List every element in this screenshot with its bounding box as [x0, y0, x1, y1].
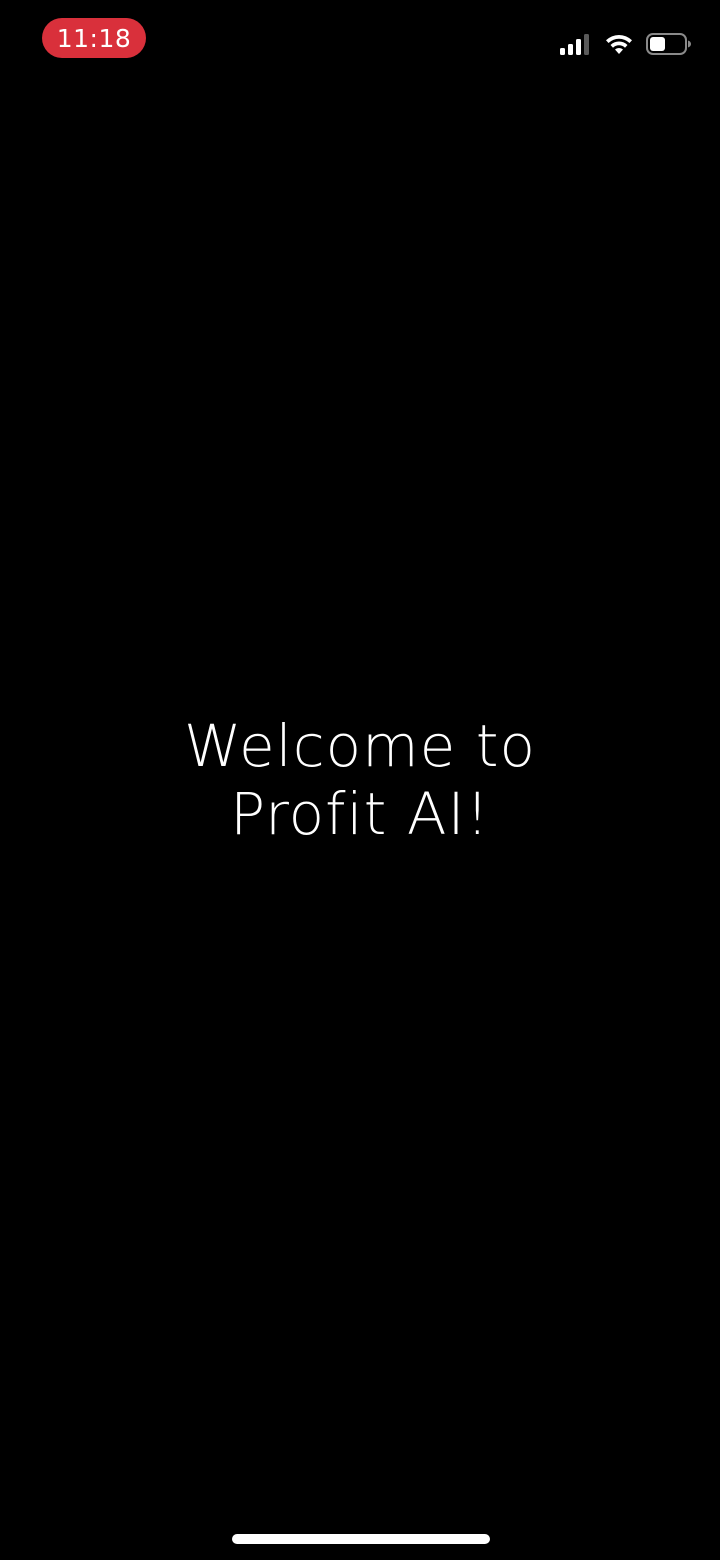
battery-icon: [646, 32, 692, 56]
welcome-line-2: Profit AI!: [230, 780, 490, 848]
welcome-message: Welcome to Profit AI!: [0, 712, 720, 848]
status-bar: 11:18: [0, 0, 720, 80]
cellular-signal-icon: [560, 33, 592, 55]
home-indicator[interactable]: [232, 1534, 490, 1544]
welcome-line-1: Welcome to: [184, 712, 536, 780]
wifi-icon: [604, 33, 634, 55]
welcome-screen: 11:18 Welcome to Profit AI!: [0, 0, 720, 1560]
status-icons: [560, 31, 692, 57]
status-time: 11:18: [42, 18, 146, 58]
